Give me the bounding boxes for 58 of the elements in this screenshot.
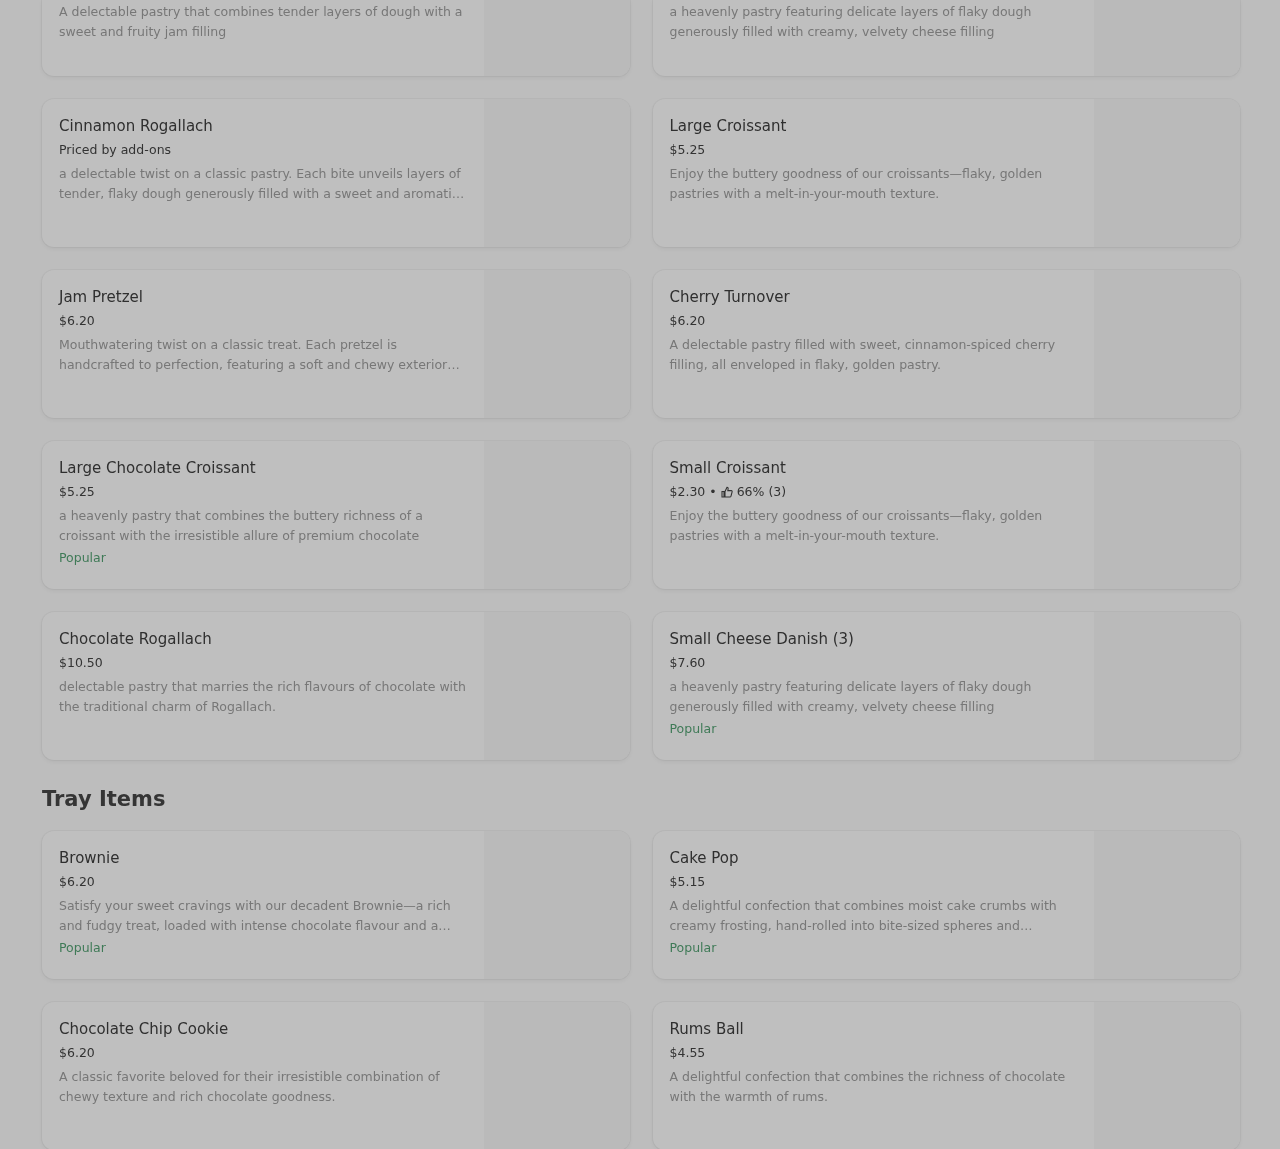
item-description: A delightful confection that combines moist cake crumbs with creamy frosting, hand-rolled into bite-sized spheres and… — [669, 897, 1058, 935]
item-description: A delectable pastry filled with sweet, cinnamon-spiced cherry filling, all enveloped in flaky, golden pastry. — [669, 336, 1057, 374]
item-description: Mouthwatering twist on a classic treat. Each pretzel is handcrafted to perfection, featuring a soft and chewy exterior… — [59, 336, 461, 374]
rating-text: 66% (3) — [736, 483, 787, 501]
separator-dot: • — [709, 483, 717, 501]
item-card[interactable]: Brownie $6.20 Satisfy your sweet cravings with our decadent Brownie—a rich and fudgy treat, loaded with intense chocolate flavour and a… Popular — [42, 831, 630, 979]
item-name: Brownie — [59, 848, 121, 869]
item-card[interactable]: Small Cheese Danish (3) $7.60 a heavenly pastry featuring delicate layers of flaky dough generously filled with creamy, velvety cheese filling Popular — [652, 612, 1240, 760]
popular-tag: Popular — [59, 938, 467, 958]
item-description: a heavenly pastry featuring delicate layers of flaky dough generously filled with creamy, velvety cheese filling — [669, 678, 1033, 716]
item-name: Large Chocolate Croissant — [59, 458, 257, 479]
item-description: Satisfy your sweet cravings with our decadent Brownie—a rich and fudgy treat, loaded with intense chocolate flavour and a… — [59, 897, 452, 935]
item-name: Cherry Turnover — [669, 287, 791, 308]
item-price: $4.55 — [669, 1044, 706, 1062]
item-name: Large Croissant — [669, 116, 788, 137]
item-card[interactable]: Large Croissant $5.25 Enjoy the buttery goodness of our croissants—flaky, golden pastries with a melt-in-your-mouth texture. — [652, 99, 1240, 247]
item-name: Small Cheese Danish (3) — [669, 629, 855, 650]
item-description: a delectable twist on a classic pastry. Each bite unveils layers of tender, flaky dough generously filled with a sweet and aromati… — [59, 165, 466, 203]
item-name: Chocolate Rogallach — [59, 629, 213, 650]
popular-tag: Popular — [59, 548, 467, 568]
item-card[interactable]: Cherry Turnover $6.20 A delectable pastry filled with sweet, cinnamon-spiced cherry filling, all enveloped in flaky, golden pastry. — [652, 270, 1240, 418]
item-name: Rums Ball — [669, 1019, 745, 1040]
item-card[interactable]: Large Chocolate Croissant $5.25 a heavenly pastry that combines the buttery richness of a croissant with the irresistible allure of premium chocolate Popular — [42, 441, 630, 589]
item-card[interactable]: Small Croissant $2.30 • 66% (3) Enjoy the buttery goodness of our croissants—flaky, golden pastries with a melt-in-your-mouth texture. — [652, 441, 1240, 589]
item-description: A classic favorite beloved for their irresistible combination of chewy texture and rich chocolate goodness. — [59, 1068, 441, 1106]
thumbs-up-icon — [720, 486, 733, 498]
item-description: a heavenly pastry featuring delicate layers of flaky dough generously filled with creamy, velvety cheese filling — [669, 3, 1033, 41]
item-description: Enjoy the buttery goodness of our croissants—flaky, golden pastries with a melt-in-your-mouth texture. — [669, 165, 1044, 203]
item-card[interactable]: Cinnamon Rogallach Priced by add-ons a delectable twist on a classic pastry. Each bite unveils layers of tender, flaky dough generously filled with a sweet and aromati… — [42, 99, 630, 247]
item-card[interactable]: Chocolate Rogallach $10.50 delectable pastry that marries the rich flavours of chocolate with the traditional charm of Rogallach. — [42, 612, 630, 760]
popular-tag: Popular — [669, 938, 1077, 958]
item-description: a heavenly pastry that combines the buttery richness of a croissant with the irresistible allure of premium chocolate — [59, 507, 424, 545]
item-price: $2.30 — [669, 483, 706, 501]
item-name: Cake Pop — [669, 848, 740, 869]
item-card[interactable]: Rums Ball $4.55 A delightful confection that combines the richness of chocolate with the warmth of rums. — [652, 1002, 1240, 1149]
item-price: Priced by add-ons — [59, 141, 172, 159]
item-price: $6.20 — [59, 1044, 95, 1062]
item-description: delectable pastry that marries the rich flavours of chocolate with the traditional charm of Rogallach. — [59, 678, 467, 716]
item-price: $6.20 — [59, 873, 95, 891]
item-description: Enjoy the buttery goodness of our croissants—flaky, golden pastries with a melt-in-your-mouth texture. — [669, 507, 1044, 545]
section-title: Tray Items — [42, 786, 167, 813]
item-description: A delightful confection that combines the richness of chocolate with the warmth of rums. — [669, 1068, 1067, 1106]
item-card[interactable]: Cake Pop $5.15 A delightful confection that combines moist cake crumbs with creamy frosting, hand-rolled into bite-sized spheres and… Popular — [652, 831, 1240, 979]
item-price: $5.25 — [59, 483, 95, 501]
item-price: $5.15 — [669, 873, 706, 891]
item-name: Small Croissant — [669, 458, 787, 479]
item-name: Jam Pretzel — [59, 287, 144, 308]
item-name: Chocolate Chip Cookie — [59, 1019, 230, 1040]
item-description: A delectable pastry that combines tender layers of dough with a sweet and fruity jam filling — [59, 3, 464, 41]
item-price: $10.50 — [59, 654, 103, 672]
popular-tag: Popular — [669, 719, 1077, 739]
item-price: $6.20 — [59, 312, 95, 330]
item-name: Cinnamon Rogallach — [59, 116, 214, 137]
item-price: $5.25 — [669, 141, 706, 159]
item-price: $7.60 — [669, 654, 706, 672]
item-card[interactable]: Jam Pretzel $6.20 Mouthwatering twist on a classic treat. Each pretzel is handcrafted to perfection, featuring a soft and chewy exterior… — [42, 270, 630, 418]
item-card[interactable]: Chocolate Chip Cookie $6.20 A classic favorite beloved for their irresistible combination of chewy texture and rich chocolate goodness. — [42, 1002, 630, 1149]
item-price: $6.20 — [669, 312, 706, 330]
